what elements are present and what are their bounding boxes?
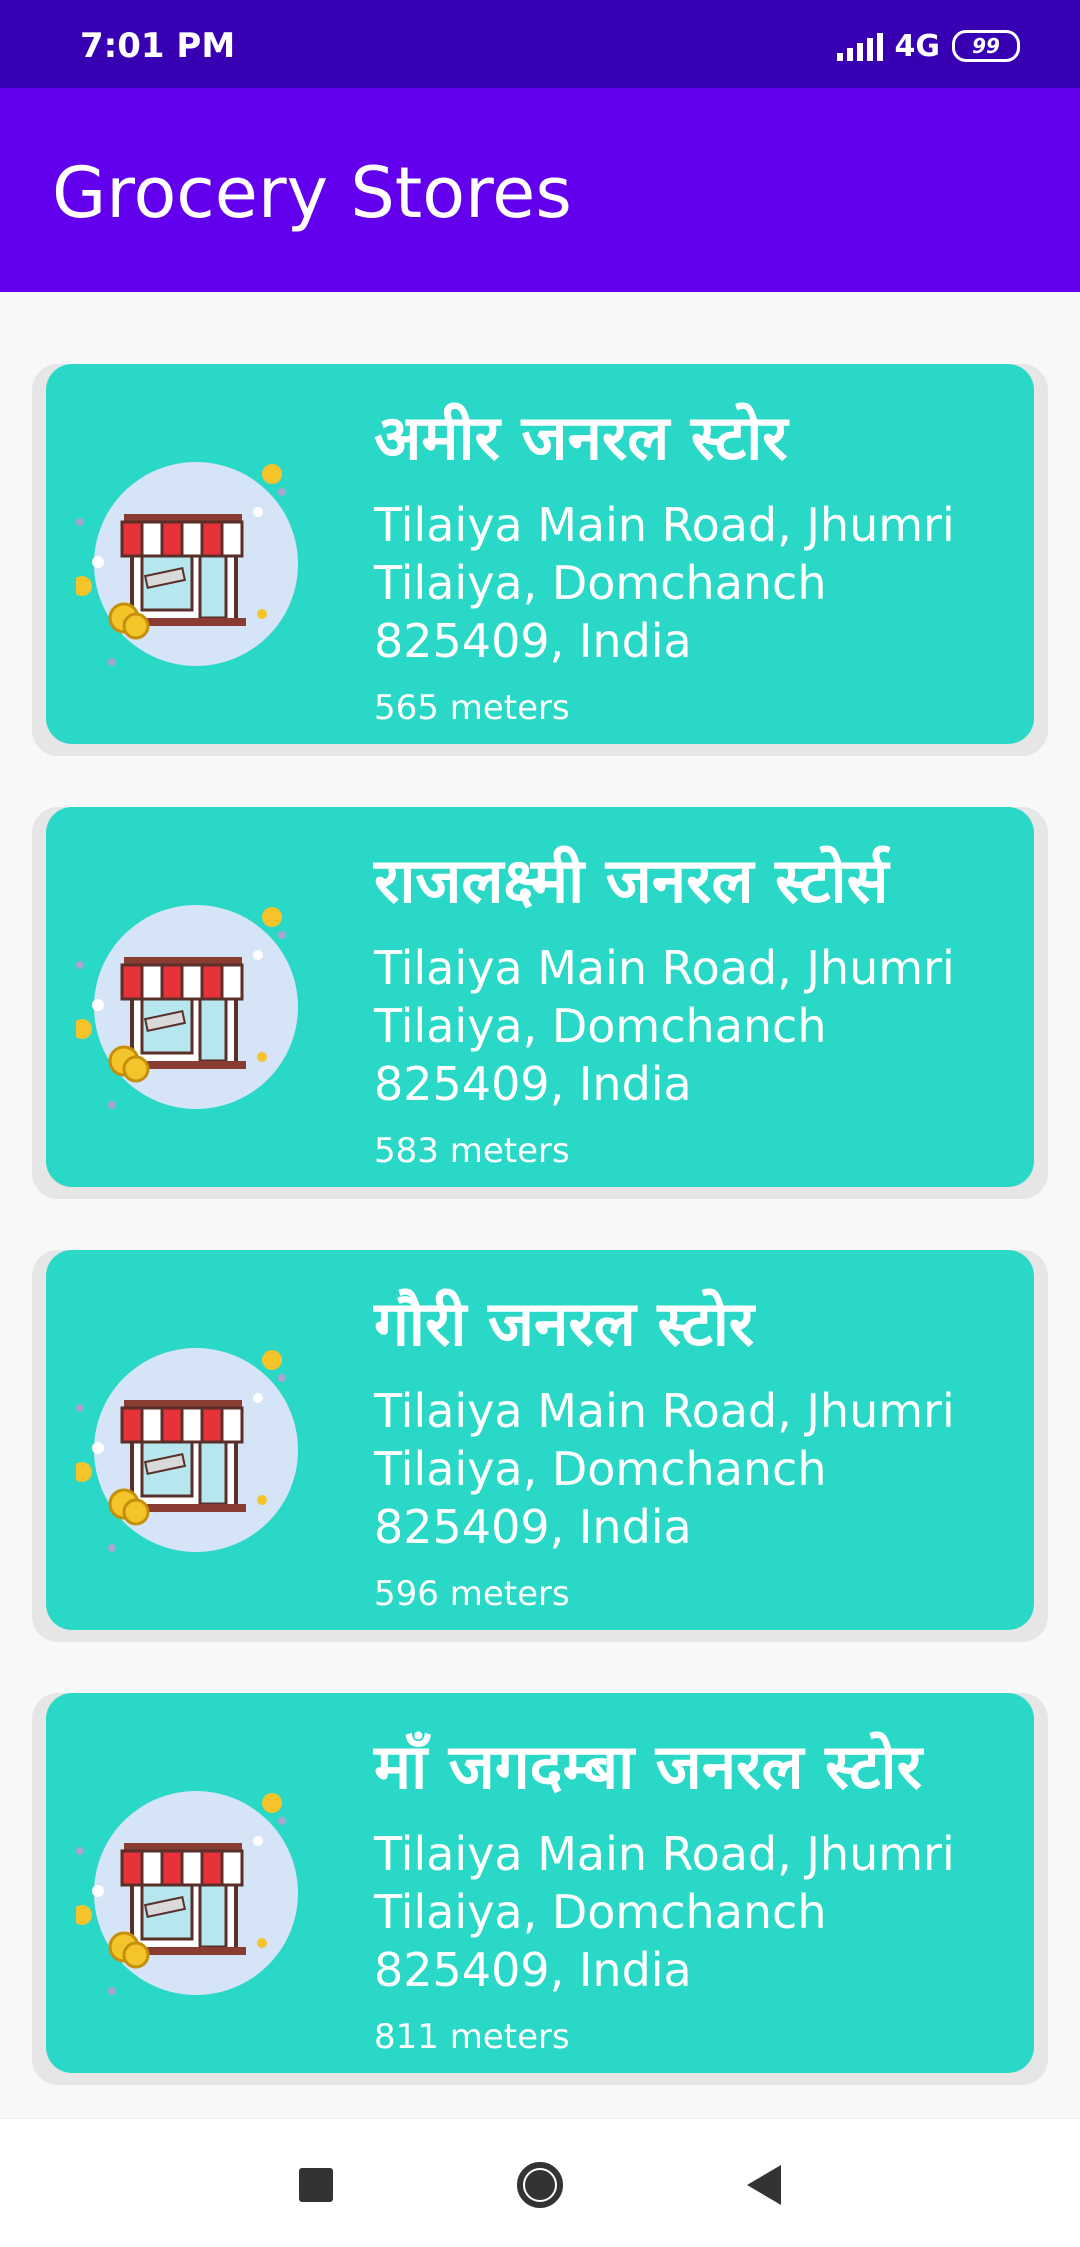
store-name: गौरी जनरल स्टोर	[374, 1287, 755, 1360]
system-nav-bar	[0, 2118, 1080, 2247]
network-type: 4G	[894, 28, 941, 64]
circle-home-icon[interactable]	[510, 2155, 570, 2215]
store-icon	[76, 905, 298, 1109]
signal-icon	[836, 31, 883, 61]
store-address: Tilaiya Main Road, Jhumri Tilaiya, Domch…	[374, 498, 955, 668]
app-bar: Grocery Stores	[0, 88, 1080, 292]
store-icon	[76, 1348, 298, 1552]
store-icon	[76, 1791, 298, 1995]
store-name: अमीर जनरल स्टोर	[374, 401, 788, 474]
battery-icon: 99	[952, 30, 1020, 62]
store-address: Tilaiya Main Road, Jhumri Tilaiya, Domch…	[374, 941, 955, 1111]
page-title: Grocery Stores	[52, 152, 572, 234]
status-time: 7:01 PM	[80, 26, 236, 66]
square-recents-icon[interactable]	[286, 2155, 346, 2215]
store-card[interactable]: अमीर जनरल स्टोर Tilaiya Main Road, Jhumr…	[46, 364, 1034, 744]
store-address: Tilaiya Main Road, Jhumri Tilaiya, Domch…	[374, 1384, 955, 1554]
store-distance: 596 meters	[374, 1574, 570, 1614]
store-distance: 583 meters	[374, 1131, 570, 1171]
battery-level: 99	[972, 34, 1000, 58]
store-distance: 565 meters	[374, 688, 570, 728]
status-bar: 7:01 PM 4G 99	[0, 0, 1080, 88]
triangle-back-icon[interactable]	[734, 2155, 794, 2215]
status-icons: 4G 99	[836, 24, 1020, 68]
store-address: Tilaiya Main Road, Jhumri Tilaiya, Domch…	[374, 1827, 955, 1997]
store-distance: 811 meters	[374, 2017, 570, 2057]
store-name: माँ जगदम्बा जनरल स्टोर	[374, 1730, 922, 1803]
store-card[interactable]: राजलक्ष्मी जनरल स्टोर्स Tilaiya Main Roa…	[46, 807, 1034, 1187]
store-card[interactable]: माँ जगदम्बा जनरल स्टोर Tilaiya Main Road…	[46, 1693, 1034, 2073]
store-name: राजलक्ष्मी जनरल स्टोर्स	[374, 844, 889, 917]
store-icon	[76, 462, 298, 666]
store-card[interactable]: गौरी जनरल स्टोर Tilaiya Main Road, Jhumr…	[46, 1250, 1034, 1630]
